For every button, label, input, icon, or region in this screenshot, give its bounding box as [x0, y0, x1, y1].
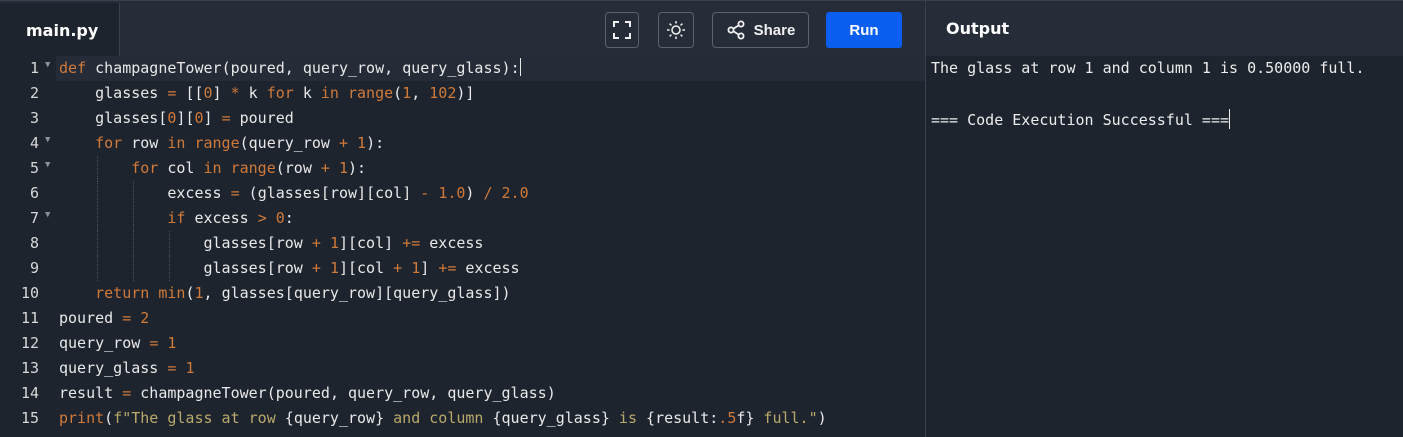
line-number-text: 10 [20, 284, 39, 302]
code-line: excess = (glasses[row][col] - 1.0) / 2.0 [167, 184, 529, 202]
line-number-text: 12 [20, 334, 39, 352]
code-line: glasses[row + 1][col] += excess [203, 234, 484, 252]
line-number-text: 6 [29, 184, 39, 202]
line-number-text: 2 [29, 84, 39, 102]
theme-toggle-button[interactable] [658, 12, 694, 48]
line-number: 16 [0, 431, 56, 437]
indent-guide [133, 206, 135, 231]
tab-main-py[interactable]: main.py [0, 3, 120, 57]
indent-guide [133, 256, 135, 281]
fold-arrow-icon[interactable]: ▼ [45, 135, 50, 145]
code-line: glasses[row + 1][col + 1] += excess [203, 259, 520, 277]
code-line: print(f"The glass at row {query_row} and… [59, 409, 827, 427]
line-number-text: 11 [20, 309, 39, 327]
line-number-text: 13 [20, 359, 39, 377]
fullscreen-button[interactable] [605, 12, 639, 48]
output-title: Output [946, 19, 1010, 38]
fold-arrow-icon[interactable]: ▼ [45, 160, 50, 170]
line-number-text: 5 [29, 159, 39, 177]
line-number: 8 [0, 231, 56, 256]
output-line: === Code Execution Successful === [931, 109, 1231, 129]
share-icon [727, 20, 745, 40]
indent-guide [133, 231, 135, 256]
line-number: 11 [0, 306, 56, 331]
code-line: def champagneTower(poured, query_row, qu… [59, 58, 521, 77]
line-number: 6 [0, 181, 56, 206]
line-number: 14 [0, 381, 56, 406]
line-number: 15 [0, 406, 56, 431]
code-line: query_glass = 1 [59, 359, 195, 377]
line-number-text: 3 [29, 109, 39, 127]
output-line: The glass at row 1 and column 1 is 0.500… [931, 59, 1365, 77]
tab-label: main.py [26, 20, 99, 40]
line-number: 12 [0, 331, 56, 356]
code-line: poured = 2 [59, 309, 150, 327]
code-line: if excess > 0: [167, 209, 294, 227]
code-line: for row in range(query_row + 1): [95, 134, 385, 152]
code-line: glasses[0][0] = poured [95, 109, 294, 127]
output-panel[interactable]: The glass at row 1 and column 1 is 0.500… [926, 56, 1403, 437]
line-number: 9 [0, 256, 56, 281]
line-number-text: 4 [29, 134, 39, 152]
code-line: query_row = 1 [59, 334, 177, 352]
code-line: result = champagneTower(poured, query_ro… [59, 384, 556, 402]
share-label: Share [753, 21, 796, 39]
text-cursor [519, 58, 521, 76]
line-number: 3 [0, 106, 56, 131]
indent-guide [97, 181, 99, 206]
code-line: for col in range(row + 1): [131, 159, 367, 177]
code-editor[interactable]: 1▼234▼5▼67▼8910111213141516def champagne… [0, 56, 925, 437]
line-number-text: 14 [20, 384, 39, 402]
line-number: 5 ▼ [0, 156, 56, 181]
top-bar: main.py Share Run Output [0, 0, 1403, 57]
indent-guide [169, 256, 171, 281]
sun-icon [667, 21, 685, 39]
output-cursor [1229, 109, 1231, 129]
indent-guide [97, 231, 99, 256]
indent-guide [169, 231, 171, 256]
share-button[interactable]: Share [712, 12, 809, 48]
line-number: 2 [0, 81, 56, 106]
indent-guide [97, 256, 99, 281]
indent-guide [133, 181, 135, 206]
fullscreen-icon [613, 21, 631, 39]
line-number-text: 1 [29, 59, 39, 77]
indent-guide [97, 206, 99, 231]
line-number: 13 [0, 356, 56, 381]
line-number-text: 7 [29, 209, 39, 227]
fold-arrow-icon[interactable]: ▼ [45, 60, 50, 70]
line-number: 4 ▼ [0, 131, 56, 156]
line-number-text: 15 [20, 409, 39, 427]
fold-arrow-icon[interactable]: ▼ [45, 210, 50, 220]
line-number: 1 ▼ [0, 56, 56, 81]
line-number-text: 9 [29, 259, 39, 277]
code-line: return min(1, glasses[query_row][query_g… [95, 284, 511, 302]
line-number-text: 8 [29, 234, 39, 252]
line-number: 10 [0, 281, 56, 306]
indent-guide [97, 156, 99, 181]
code-line: glasses = [[0] * k for k in range(1, 102… [95, 84, 475, 102]
run-button[interactable]: Run [826, 12, 902, 48]
line-number: 7 ▼ [0, 206, 56, 231]
